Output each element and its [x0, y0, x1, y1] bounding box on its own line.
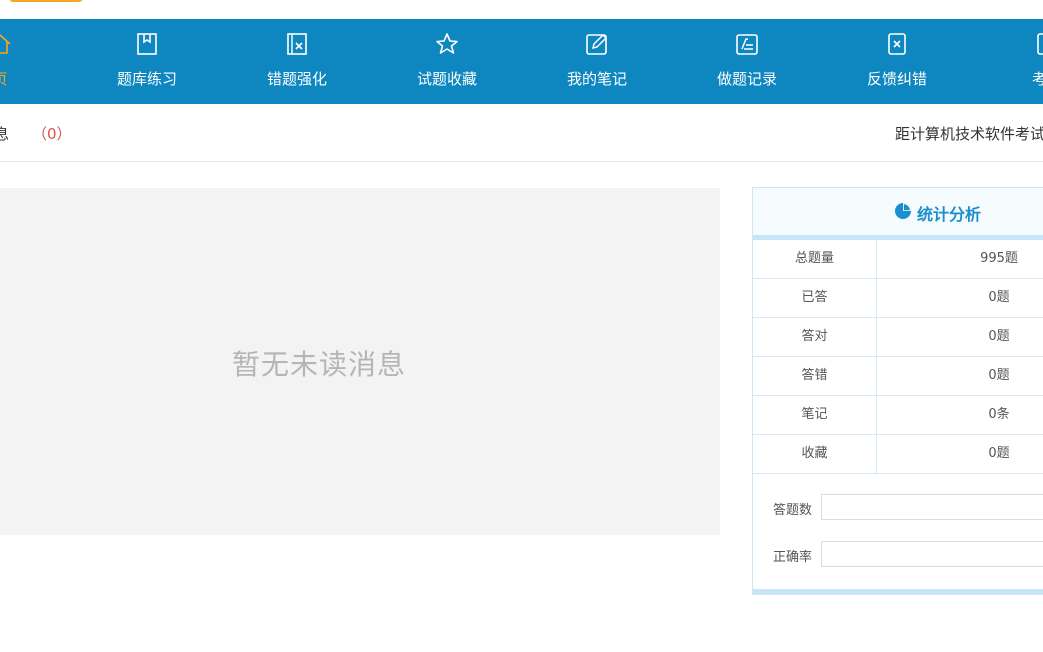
stats-panel: 统计分析 总题量 995题 已答 0题 答对 0题 答错 0题 笔记 0条 收藏…	[752, 187, 1043, 595]
nav-label: 我的笔记	[566, 70, 627, 88]
page: 页 题库练习 错题强化 试题收藏	[0, 0, 1043, 652]
nav-label: 题库练习	[116, 70, 177, 88]
message-label[interactable]: 息	[0, 123, 9, 144]
stats-label: 答对	[753, 318, 877, 356]
nav-label: 错题强化	[266, 70, 327, 88]
stats-value: 0题	[988, 368, 1010, 383]
stats-value: 995题	[980, 251, 1018, 266]
nav-label: 考试	[1031, 70, 1043, 88]
stats-row-favorites: 收藏 0题	[753, 435, 1043, 474]
nav-item-wrong-questions[interactable]: 错题强化	[237, 19, 357, 104]
message-count: （0）	[32, 125, 72, 143]
stats-label: 答错	[753, 357, 877, 395]
stats-value: 0题	[988, 290, 1010, 305]
accuracy-row: 正确率	[753, 541, 1043, 569]
stats-row-notes: 笔记 0条	[753, 396, 1043, 435]
stats-row-wrong: 答错 0题	[753, 357, 1043, 396]
note-edit-icon	[586, 33, 608, 55]
exam-countdown: 距计算机技术软件考试	[895, 125, 1043, 143]
stats-label: 笔记	[753, 396, 877, 434]
wrong-question-icon	[287, 33, 307, 55]
book-icon	[137, 33, 157, 55]
pie-chart-icon	[895, 203, 911, 219]
nav-label: 反馈纠错	[866, 70, 927, 88]
stats-label: 已答	[753, 279, 877, 317]
accuracy-label: 正确率	[773, 550, 813, 565]
nav-label: 页	[0, 68, 60, 89]
stats-header: 统计分析	[753, 188, 1043, 240]
stats-row-answered: 已答 0题	[753, 279, 1043, 318]
nav-item-question-bank[interactable]: 题库练习	[87, 19, 207, 104]
empty-message-text: 暂无未读消息	[232, 348, 407, 381]
message-bar: 息 （0） 距计算机技术软件考试	[0, 104, 1043, 162]
nav-item-notes[interactable]: 我的笔记	[537, 19, 657, 104]
answer-count-label: 答题数	[773, 503, 813, 518]
stats-table: 总题量 995题 已答 0题 答对 0题 答错 0题 笔记 0条 收藏 0题	[753, 240, 1043, 474]
home-icon	[0, 33, 11, 54]
nav-label: 试题收藏	[416, 70, 477, 88]
stats-title: 统计分析	[917, 205, 982, 224]
nav-item-records[interactable]: 做题记录	[687, 19, 807, 104]
top-strip	[0, 0, 1043, 19]
nav-item-favorites[interactable]: 试题收藏	[387, 19, 507, 104]
record-icon	[736, 34, 758, 55]
stats-row-total: 总题量 995题	[753, 240, 1043, 279]
stats-row-correct: 答对 0题	[753, 318, 1043, 357]
nav-item-home[interactable]: 页	[0, 19, 60, 104]
stats-value: 0题	[988, 329, 1010, 344]
stats-footer	[753, 589, 1043, 594]
stats-label: 收藏	[753, 435, 877, 473]
exam-icon	[1037, 33, 1043, 55]
stats-label: 总题量	[753, 240, 877, 278]
stats-value: 0条	[988, 407, 1010, 422]
star-icon	[436, 33, 458, 54]
feedback-icon	[888, 33, 906, 55]
answer-count-field[interactable]	[821, 494, 1043, 520]
answer-count-row: 答题数	[753, 494, 1043, 522]
top-button[interactable]	[8, 0, 84, 2]
message-panel: 暂无未读消息	[0, 188, 720, 535]
accuracy-field[interactable]	[821, 541, 1043, 567]
nav-label: 做题记录	[716, 70, 777, 88]
stats-value: 0题	[988, 446, 1010, 461]
main-navbar: 页 题库练习 错题强化 试题收藏	[0, 19, 1043, 104]
nav-item-feedback[interactable]: 反馈纠错	[837, 19, 957, 104]
nav-item-exam[interactable]: 考试	[987, 19, 1043, 104]
